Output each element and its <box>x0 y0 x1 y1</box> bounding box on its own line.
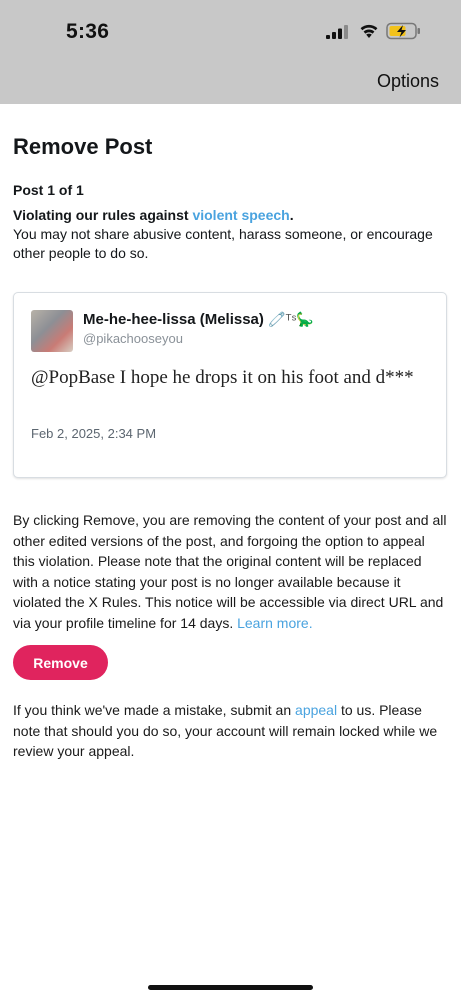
violent-speech-link[interactable]: violent speech <box>192 207 289 223</box>
violation-rule: Violating our rules against violent spee… <box>13 206 443 263</box>
name-emoji: 🧷ᵀˢ🦕 <box>268 311 314 327</box>
post-author-name: Me-he-hee-lissa (Melissa) 🧷ᵀˢ🦕 <box>83 311 314 328</box>
rule-prefix: Violating our rules against <box>13 207 193 223</box>
page-title: Remove Post <box>13 134 153 159</box>
learn-more-link[interactable]: Learn more. <box>237 615 312 631</box>
rule-suffix: . <box>289 207 294 223</box>
post-card: Me-he-hee-lissa (Melissa) 🧷ᵀˢ🦕 @pikachoo… <box>13 292 447 478</box>
rule-description: You may not share abusive content, haras… <box>13 226 433 261</box>
removal-notice: By clicking Remove, you are removing the… <box>13 510 449 633</box>
removal-notice-text: By clicking Remove, you are removing the… <box>13 512 447 631</box>
post-text: @PopBase I hope he drops it on his foot … <box>31 367 414 388</box>
clock-time: 5:36 <box>66 20 110 43</box>
options-button[interactable]: Options <box>377 71 439 92</box>
remove-button[interactable]: Remove <box>13 645 108 680</box>
cellular-signal-icon <box>326 25 348 39</box>
post-timestamp: Feb 2, 2025, 2:34 PM <box>31 426 157 441</box>
post-handle: @pikachooseyou <box>83 331 183 346</box>
status-bar: 5:36 Options <box>0 0 461 104</box>
display-name: Me-he-hee-lissa (Melissa) <box>83 311 264 328</box>
appeal-notice: If you think we've made a mistake, submi… <box>13 700 449 762</box>
battery-charging-icon <box>386 22 420 40</box>
appeal-link[interactable]: appeal <box>295 702 337 718</box>
avatar <box>31 310 73 352</box>
wifi-icon <box>360 24 378 38</box>
post-count: Post 1 of 1 <box>13 182 84 198</box>
appeal-prefix: If you think we've made a mistake, submi… <box>13 702 296 718</box>
home-indicator[interactable] <box>148 985 313 990</box>
